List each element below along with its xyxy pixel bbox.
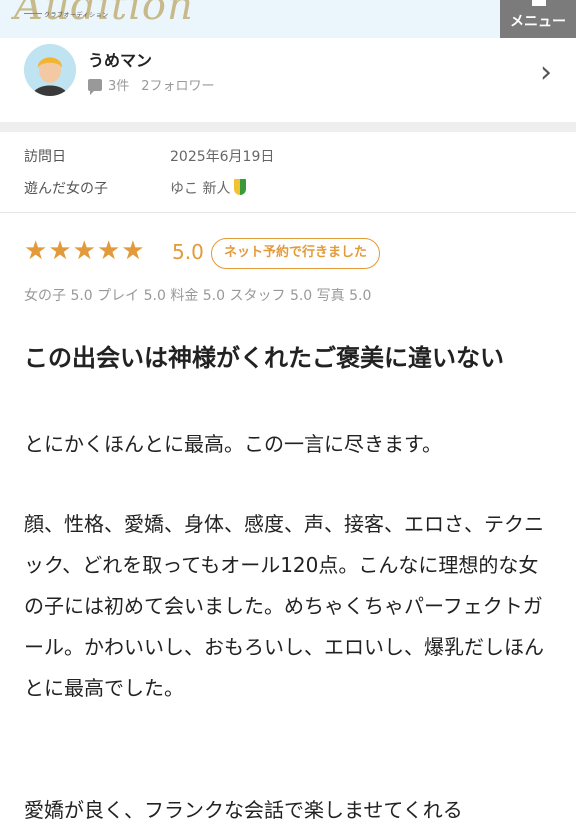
star-icon: ★ <box>121 236 145 266</box>
reviewer-card[interactable]: うめマン 3件 2フォロワー › <box>0 38 576 122</box>
visit-date-row: 訪問日 2025年6月19日 <box>24 146 274 166</box>
menu-label: メニュー <box>510 14 566 30</box>
menu-button[interactable]: メニュー <box>500 0 576 38</box>
beginner-mark-icon <box>234 179 247 195</box>
visit-date-label: 訪問日 <box>24 149 66 165</box>
girl-row: 遊んだ女の子 ゆこ 新人 <box>24 178 247 198</box>
star-rating: ★ ★ ★ ★ ★ <box>24 236 145 266</box>
review-paragraph: 愛嬌が良く、フランクな会話で楽しませてくれる <box>24 798 463 822</box>
follower-count: 2フォロワー <box>141 79 215 94</box>
divider <box>0 212 576 213</box>
logo-divider <box>24 13 42 14</box>
comment-icon <box>88 78 102 95</box>
avatar <box>24 44 76 96</box>
reviewer-name: うめマン <box>88 51 153 70</box>
net-reservation-badge: ネット予約で行きました <box>211 238 381 269</box>
chevron-right-icon[interactable]: › <box>540 58 552 88</box>
review-paragraph: 顔、性格、愛嬌、身体、感度、声、接客、エロさ、テクニック、どれを取ってもオール1… <box>24 512 544 700</box>
girl-name-link[interactable]: ゆこ 新人 <box>170 178 247 198</box>
site-logo[interactable]: Audition クラブオーディション <box>10 0 193 32</box>
menu-icon <box>532 0 546 6</box>
review-title: この出会いは神様がくれたご褒美に違いない <box>24 344 504 372</box>
girl-name: ゆこ 新人 <box>170 181 231 197</box>
sub-scores: 女の子 5.0 プレイ 5.0 料金 5.0 スタッフ 5.0 写真 5.0 <box>24 288 372 304</box>
star-icon: ★ <box>48 236 72 266</box>
logo-subtitle: クラブオーディション <box>44 12 109 19</box>
star-icon: ★ <box>96 236 121 266</box>
visit-date-value: 2025年6月19日 <box>170 149 275 165</box>
reviewer-meta: 3件 2フォロワー <box>88 75 215 95</box>
star-icon: ★ <box>24 236 48 266</box>
review-paragraph: とにかくほんとに最高。この一言に尽きます。 <box>24 432 442 456</box>
post-count: 3件 <box>108 79 130 94</box>
girl-label: 遊んだ女の子 <box>24 181 108 197</box>
section-separator <box>0 122 576 132</box>
rating-score: 5.0 <box>172 240 204 264</box>
star-icon: ★ <box>72 236 96 266</box>
top-header: Audition クラブオーディション メニュー <box>0 0 576 38</box>
